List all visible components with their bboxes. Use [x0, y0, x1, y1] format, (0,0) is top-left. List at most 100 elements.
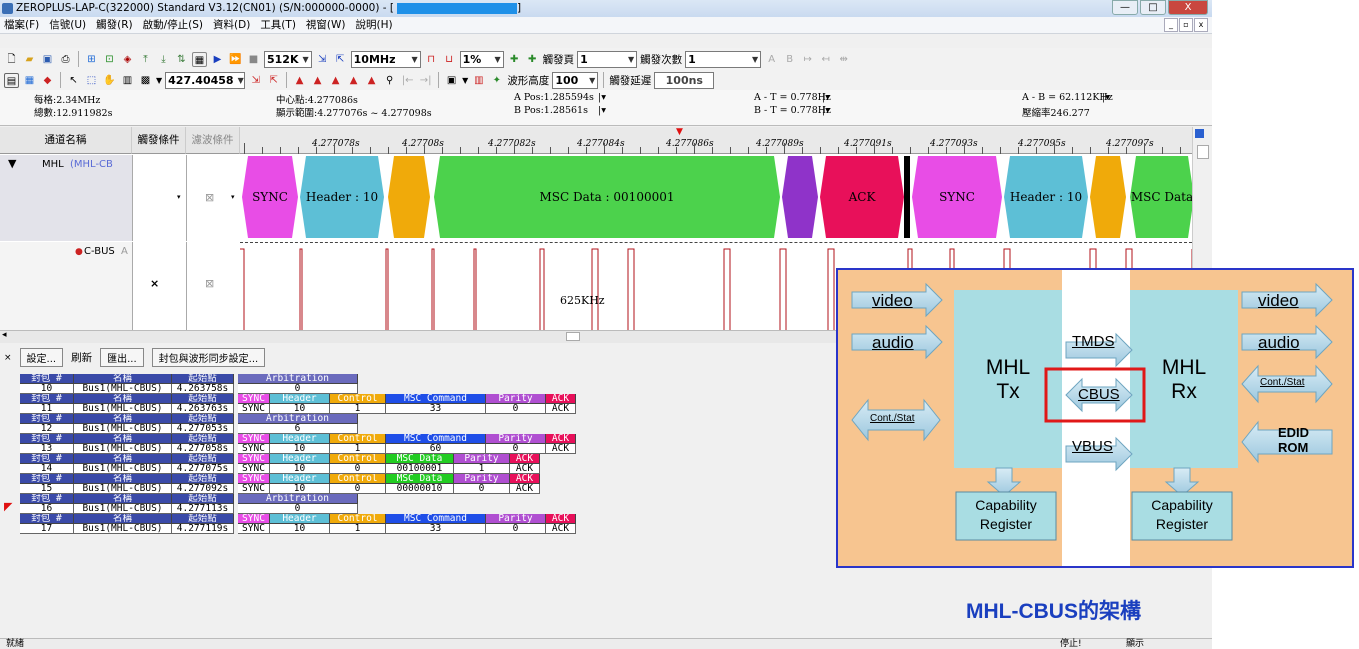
- bus-bar-1-icon[interactable]: ▲: [292, 73, 307, 88]
- menu-tools[interactable]: 工具(T): [260, 17, 296, 33]
- collapse-triangle-icon[interactable]: ▼: [8, 157, 16, 170]
- print-icon[interactable]: ⎙: [58, 52, 73, 67]
- open-folder-icon[interactable]: ▰: [22, 52, 37, 67]
- trigger-rise-icon[interactable]: ⤒: [138, 52, 153, 67]
- decode-segment[interactable]: Header : 10: [300, 156, 384, 238]
- trigger-position-select[interactable]: 1% ▼: [459, 50, 504, 68]
- decode-segment[interactable]: [1090, 156, 1126, 238]
- binoculars-icon[interactable]: ⚲: [382, 73, 397, 88]
- decode-segment[interactable]: MSC Data : 00100001: [434, 156, 780, 238]
- minimize-button[interactable]: —: [1112, 0, 1138, 15]
- menu-file[interactable]: 檔案(F): [4, 17, 39, 33]
- next-trigger-icon[interactable]: ✚: [525, 52, 540, 67]
- cursor-a-icon[interactable]: A: [764, 52, 779, 67]
- measure-icon[interactable]: ▥: [120, 73, 135, 88]
- bus-icon[interactable]: ▥: [471, 73, 486, 88]
- capture-icon[interactable]: ▦: [192, 51, 207, 67]
- bus-bar-4-icon[interactable]: ▲: [346, 73, 361, 88]
- trigger-fall-icon[interactable]: ⤓: [156, 52, 171, 67]
- mdi-restore-button[interactable]: ▫: [1179, 18, 1193, 32]
- prev-trigger-icon[interactable]: ✚: [507, 52, 522, 67]
- cursor-all-icon[interactable]: ⇹: [836, 52, 851, 67]
- channel-row-mhl[interactable]: ▼ MHL (MHL-CB ▾ ⊠ ▾: [0, 155, 240, 241]
- filter-dropdown-icon[interactable]: ▾: [231, 193, 235, 201]
- packet-row[interactable]: 16 Bus1(MHL-CBUS) 4.277113s 0: [20, 504, 830, 514]
- search-prev-icon[interactable]: |←: [400, 73, 415, 88]
- zoom-out-icon[interactable]: ⇱: [333, 52, 348, 67]
- menu-run-stop[interactable]: 啟動/停止(S): [143, 17, 203, 33]
- wave-height-select[interactable]: 100 ▼: [552, 71, 599, 89]
- decode-segment[interactable]: ACK: [820, 156, 904, 238]
- time-ruler[interactable]: ▼ 4.277078s 4.27708s 4.277082s 4.277084s 4.2…: [240, 127, 1192, 154]
- packet-list[interactable]: 封包 # 名稱 起始點 Arbitration 10 Bus1(MHL-CBUS) 4.26…: [20, 374, 830, 632]
- run-icon[interactable]: ▶: [210, 52, 225, 67]
- frequency-select[interactable]: 10MHz ▼: [350, 50, 421, 68]
- a-t-select[interactable]: |▾: [822, 92, 830, 103]
- packet-row[interactable]: 10 Bus1(MHL-CBUS) 4.263758s 0: [20, 384, 830, 394]
- scroll-left-button[interactable]: ◂: [2, 330, 7, 340]
- view-icon[interactable]: ▤: [4, 72, 19, 88]
- b-t-select[interactable]: |▾: [822, 105, 830, 116]
- decode-segment[interactable]: SYNC: [912, 156, 1002, 238]
- pulse-icon[interactable]: ⊓: [424, 52, 439, 67]
- zoom-wave-icon[interactable]: ⇱: [266, 73, 281, 88]
- a-pos-select[interactable]: |▾: [598, 92, 606, 103]
- bus-bar-2-icon[interactable]: ▲: [310, 73, 325, 88]
- hand-icon[interactable]: ✋: [102, 73, 117, 88]
- pulse-wide-icon[interactable]: ⊔: [442, 52, 457, 67]
- zoom-fit-icon[interactable]: ⇲: [248, 73, 263, 88]
- packet-row[interactable]: 11 Bus1(MHL-CBUS) 4.263763s SYNC 10 1 33 0 ACK: [20, 404, 830, 414]
- packet-row[interactable]: 15 Bus1(MHL-CBUS) 4.277092s SYNC 10 0 00000010…: [20, 484, 830, 494]
- bus-decode-icon[interactable]: ⊡: [102, 52, 117, 67]
- calculator-icon[interactable]: ▩: [138, 73, 153, 88]
- run-repeat-icon[interactable]: ⏩: [228, 52, 243, 67]
- menu-window[interactable]: 視窗(W): [306, 17, 346, 33]
- memory-depth-select[interactable]: 512K ▼: [264, 50, 312, 68]
- trigger-dropdown-icon[interactable]: ▾: [177, 193, 181, 201]
- panel-close-icon[interactable]: ×: [4, 353, 12, 363]
- trigger-dontcare-icon[interactable]: ⨯: [150, 277, 159, 290]
- cursor-next-icon[interactable]: ↦: [800, 52, 815, 67]
- decode-segment[interactable]: Header : 10: [1004, 156, 1088, 238]
- channel-row-cbus[interactable]: ● C-BUS A ⨯ ⊠: [0, 242, 240, 332]
- packet-row[interactable]: 13 Bus1(MHL-CBUS) 4.277058s SYNC 10 1 60 0 ACK: [20, 444, 830, 454]
- menu-data[interactable]: 資料(D): [213, 17, 250, 33]
- save-icon[interactable]: ▣: [40, 52, 55, 67]
- packet-row[interactable]: 17 Bus1(MHL-CBUS) 4.277119s SYNC 10 1 33 0 ACK: [20, 524, 830, 534]
- export-button[interactable]: 匯出...: [100, 348, 144, 367]
- trigger-page-select[interactable]: 1 ▼: [577, 50, 638, 68]
- bus-bar-3-icon[interactable]: ▲: [328, 73, 343, 88]
- filter-off-icon-cbus[interactable]: ⊠: [205, 277, 214, 290]
- bus-bar-5-icon[interactable]: ▲: [364, 73, 379, 88]
- new-file-icon[interactable]: 🗋: [4, 52, 19, 67]
- filter-off-icon[interactable]: ⊠: [205, 191, 214, 204]
- packet-row[interactable]: 14 Bus1(MHL-CBUS) 4.277075s SYNC 10 0 00100001…: [20, 464, 830, 474]
- bus-setting-icon[interactable]: ✦: [489, 73, 504, 88]
- mdi-close-button[interactable]: x: [1194, 18, 1208, 32]
- decode-segment[interactable]: [388, 156, 430, 238]
- cursor-prev-icon[interactable]: ↤: [818, 52, 833, 67]
- grid-icon[interactable]: ▦: [22, 73, 37, 88]
- trigger-edge-icon[interactable]: ⇅: [174, 52, 189, 67]
- trigger-delay-input[interactable]: 100ns: [654, 71, 715, 89]
- menu-trigger[interactable]: 觸發(R): [96, 17, 133, 33]
- bus-setup-icon[interactable]: ⊞: [84, 52, 99, 67]
- trigger-count-select[interactable]: 1 ▼: [685, 50, 762, 68]
- menu-help[interactable]: 說明(H): [356, 17, 393, 33]
- close-button[interactable]: X: [1168, 0, 1208, 15]
- sync-settings-button[interactable]: 封包與波形同步設定...: [151, 348, 266, 367]
- decode-segment[interactable]: [782, 156, 818, 238]
- scroll-thumb[interactable]: [1197, 145, 1209, 159]
- zoom-in-icon[interactable]: ⇲: [315, 52, 330, 67]
- decode-segment[interactable]: MSC Data: [1130, 156, 1192, 238]
- pointer-icon[interactable]: ↖: [66, 73, 81, 88]
- packet-row[interactable]: 12 Bus1(MHL-CBUS) 4.277053s 6: [20, 424, 830, 434]
- menu-signal[interactable]: 信號(U): [49, 17, 86, 33]
- settings-button[interactable]: 設定...: [19, 348, 64, 367]
- b-pos-select[interactable]: |▾: [598, 105, 606, 116]
- maximize-button[interactable]: □: [1140, 0, 1166, 15]
- display-icon[interactable]: ▣: [444, 73, 459, 88]
- refresh-button[interactable]: 刷新: [71, 350, 92, 365]
- position-input[interactable]: 427.40458 ▼: [165, 71, 246, 89]
- decode-segment[interactable]: SYNC: [242, 156, 298, 238]
